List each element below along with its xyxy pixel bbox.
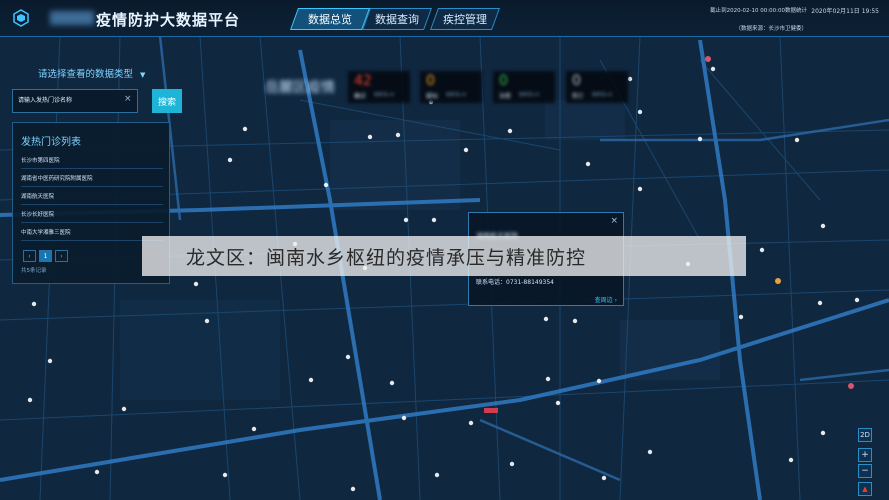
app-title: 疫情防护大数据平台 xyxy=(96,11,241,29)
stat-sub: 较昨日+0 xyxy=(592,93,613,98)
stat-sub: 较昨日+0 xyxy=(446,93,467,98)
list-item[interactable]: 长沙市第四医院 xyxy=(21,156,163,169)
stat-label: 确诊 xyxy=(354,93,367,100)
chevron-down-icon: ▼ xyxy=(140,71,146,79)
list-item[interactable]: 长沙长好医院 xyxy=(21,210,163,223)
tab-data-query[interactable]: 数据查询 xyxy=(361,8,433,30)
stat-label: 治愈 xyxy=(499,93,512,100)
caption-text: 龙文区：闽南水乡枢纽的疫情承压与精准防控 xyxy=(186,246,587,269)
clinic-list-title: 发热门诊列表 xyxy=(21,137,81,148)
next-page-button[interactable]: › xyxy=(55,250,68,262)
redacted-city-name xyxy=(50,11,94,25)
tab-label: 数据总览 xyxy=(308,13,352,26)
stat-value: 0 xyxy=(572,73,581,89)
chevron-right-icon: › xyxy=(614,297,617,304)
stat-value: 0 xyxy=(499,73,508,89)
tab-label: 数据查询 xyxy=(375,13,419,26)
caption-banner: 龙文区：闽南水乡枢纽的疫情承压与精准防控 xyxy=(142,236,746,276)
list-item[interactable]: 湖南省中医药研究院附属医院 xyxy=(21,174,163,187)
stat-deaths: 0 死亡 较昨日+0 xyxy=(566,71,628,103)
compass-icon[interactable]: ▲ xyxy=(858,482,872,496)
pagination: ‹ 1 › xyxy=(23,250,68,262)
stat-value: 0 xyxy=(426,73,435,89)
popup-phone: 联系电话：0731-88149354 xyxy=(476,279,554,286)
stat-sub: 较昨日+0 xyxy=(519,93,540,98)
stat-suspected: 0 疑似 较昨日+0 xyxy=(420,71,482,103)
data-meta: 截止到2020-02-10 00:00:00数据统计 （数据来源：长沙市卫健委） xyxy=(710,6,807,32)
search-button[interactable]: 搜索 xyxy=(152,89,182,113)
stat-confirmed: 42 确诊 较昨日+0 xyxy=(348,71,410,103)
datetime: 2020年02月11日 19:55 xyxy=(811,8,879,15)
close-icon[interactable]: × xyxy=(610,216,618,226)
stat-label: 死亡 xyxy=(572,93,585,100)
prev-page-button[interactable]: ‹ xyxy=(23,250,36,262)
current-page-button[interactable]: 1 xyxy=(39,250,52,262)
search-input[interactable]: 请输入发热门诊名称 xyxy=(12,89,138,113)
total-records: 共5条记录 xyxy=(21,268,47,274)
nearby-link-label: 查周边 xyxy=(594,297,613,304)
data-type-label: 请选择查看的数据类型 xyxy=(38,69,134,80)
district-title: 岳麓区疫情 xyxy=(265,80,335,96)
stat-sub: 较昨日+0 xyxy=(374,93,395,98)
clear-icon[interactable]: × xyxy=(124,94,132,104)
tab-label: 疾控管理 xyxy=(443,13,487,26)
source-text: （数据来源：长沙市卫健委） xyxy=(735,26,807,32)
nearby-link[interactable]: 查周边 › xyxy=(595,295,617,304)
data-type-dropdown[interactable]: 请选择查看的数据类型 ▼ xyxy=(38,66,145,80)
search-row: 请输入发热门诊名称 × 搜索 xyxy=(12,89,182,113)
tab-disease-control[interactable]: 疾控管理 xyxy=(429,8,501,30)
deadline-text: 截止到2020-02-10 00:00:00数据统计 xyxy=(710,8,807,14)
tab-data-overview[interactable]: 数据总览 xyxy=(289,8,371,30)
zoom-out-button[interactable]: − xyxy=(858,464,872,478)
map-mode-button[interactable]: 2D xyxy=(858,428,872,442)
zoom-in-button[interactable]: + xyxy=(858,448,872,462)
list-item[interactable]: 湖南航天医院 xyxy=(21,192,163,205)
logo-icon xyxy=(13,9,29,27)
stat-cured: 0 治愈 较昨日+0 xyxy=(493,71,555,103)
stat-label: 疑似 xyxy=(426,93,439,100)
top-bar: 疫情防护大数据平台 数据总览 数据查询 疾控管理 截止到2020-02-10 0… xyxy=(0,0,889,37)
stat-value: 42 xyxy=(354,73,372,89)
